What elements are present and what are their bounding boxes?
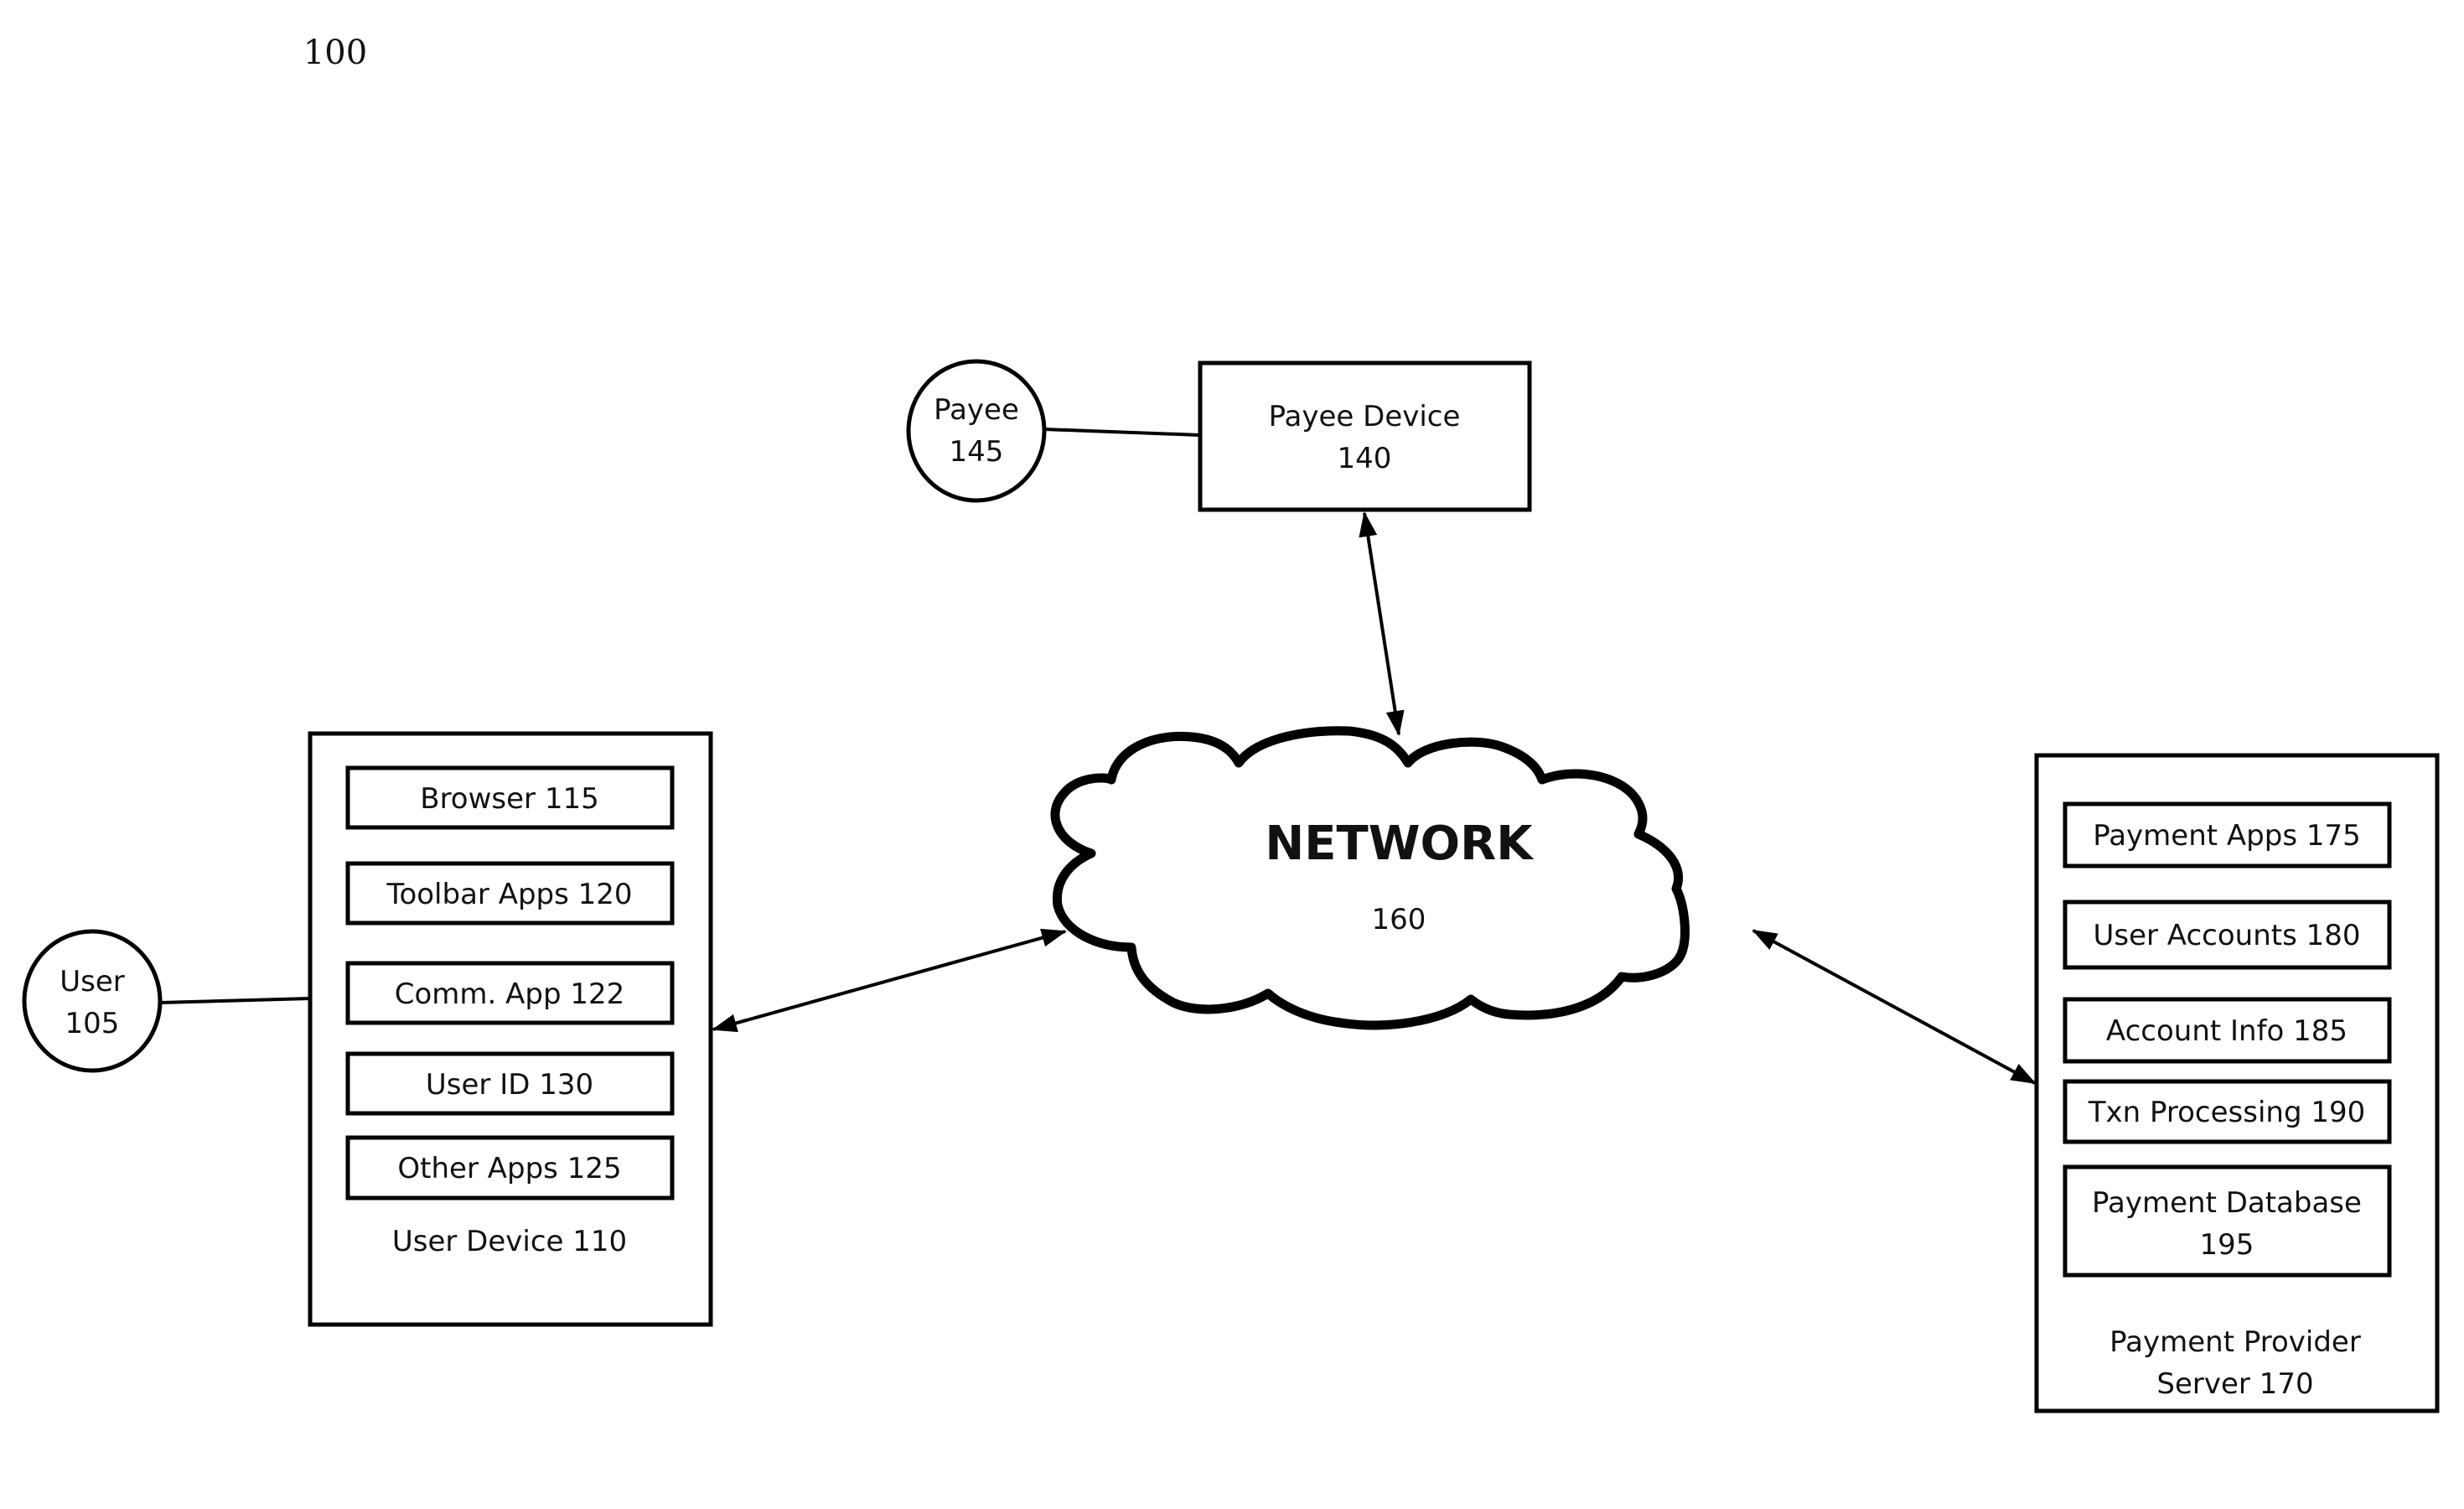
system-diagram: 100 Payee 145 Payee Device 140 NETWORK 1…	[22, 34, 2440, 1413]
network-cloud	[1050, 726, 1690, 1030]
server-label-line2: Server 170	[2156, 1367, 2313, 1401]
user-device-network-arrow	[712, 928, 1067, 1033]
server-label-line1: Payment Provider	[2109, 1325, 2361, 1359]
component-account-info-label: Account Info 185	[2106, 1014, 2348, 1048]
user-node: User 105	[22, 929, 163, 1073]
server-component: Payment Database 195	[2063, 1164, 2392, 1278]
server-component: Txn Processing 190	[2063, 1079, 2392, 1144]
user-device-component: Toolbar Apps 120	[345, 861, 675, 926]
payee-device-number: 140	[1338, 442, 1392, 475]
server-component: Account Info 185	[2063, 997, 2392, 1064]
network-server-arrow	[1752, 929, 2037, 1085]
user-device-component: User ID 130	[345, 1051, 675, 1116]
user-device-component: Comm. App 122	[345, 961, 675, 1025]
component-other-apps-label: Other Apps 125	[397, 1152, 621, 1185]
user-device-node: Browser 115 Toolbar Apps 120 Comm. App 1…	[308, 731, 713, 1327]
payee-device-node: Payee Device 140	[1198, 360, 1532, 512]
user-name: User	[60, 965, 125, 998]
payee-circle	[906, 359, 1047, 503]
component-payment-database-label: Payment Database	[2092, 1186, 2362, 1220]
payee-node: Payee 145	[906, 359, 1047, 503]
component-payment-apps-label: Payment Apps 175	[2093, 819, 2361, 853]
component-user-id-label: User ID 130	[426, 1068, 593, 1102]
component-payment-database-number: 195	[2200, 1228, 2254, 1262]
payee-device-box	[1198, 360, 1532, 512]
component-txn-processing-label: Txn Processing 190	[2088, 1096, 2366, 1129]
network-node: NETWORK 160	[1050, 726, 1690, 1030]
user-number: 105	[65, 1007, 120, 1040]
payee-to-payee-device-line	[1043, 428, 1201, 437]
component-browser-label: Browser 115	[420, 782, 598, 816]
user-device-component: Browser 115	[345, 765, 675, 830]
user-device-component: Other Apps 125	[345, 1135, 675, 1200]
payee-number: 145	[950, 435, 1004, 469]
payee-device-name: Payee Device	[1269, 400, 1461, 433]
component-user-accounts-label: User Accounts 180	[2094, 919, 2361, 952]
server-component: Payment Apps 175	[2063, 801, 2392, 869]
component-toolbar-apps-label: Toolbar Apps 120	[386, 878, 632, 911]
payment-provider-server-node: Payment Apps 175 User Accounts 180 Accou…	[2034, 753, 2440, 1413]
network-name: NETWORK	[1265, 817, 1535, 871]
payee-name: Payee	[934, 393, 1019, 427]
user-to-user-device-line	[160, 997, 311, 1004]
network-number: 160	[1372, 903, 1426, 936]
component-comm-app-label: Comm. App 122	[395, 977, 625, 1011]
payee-device-network-arrow	[1359, 511, 1405, 736]
user-circle	[22, 929, 163, 1073]
user-device-label: User Device 110	[392, 1225, 627, 1258]
server-component: User Accounts 180	[2063, 900, 2392, 970]
figure-reference-number: 100	[303, 34, 367, 72]
